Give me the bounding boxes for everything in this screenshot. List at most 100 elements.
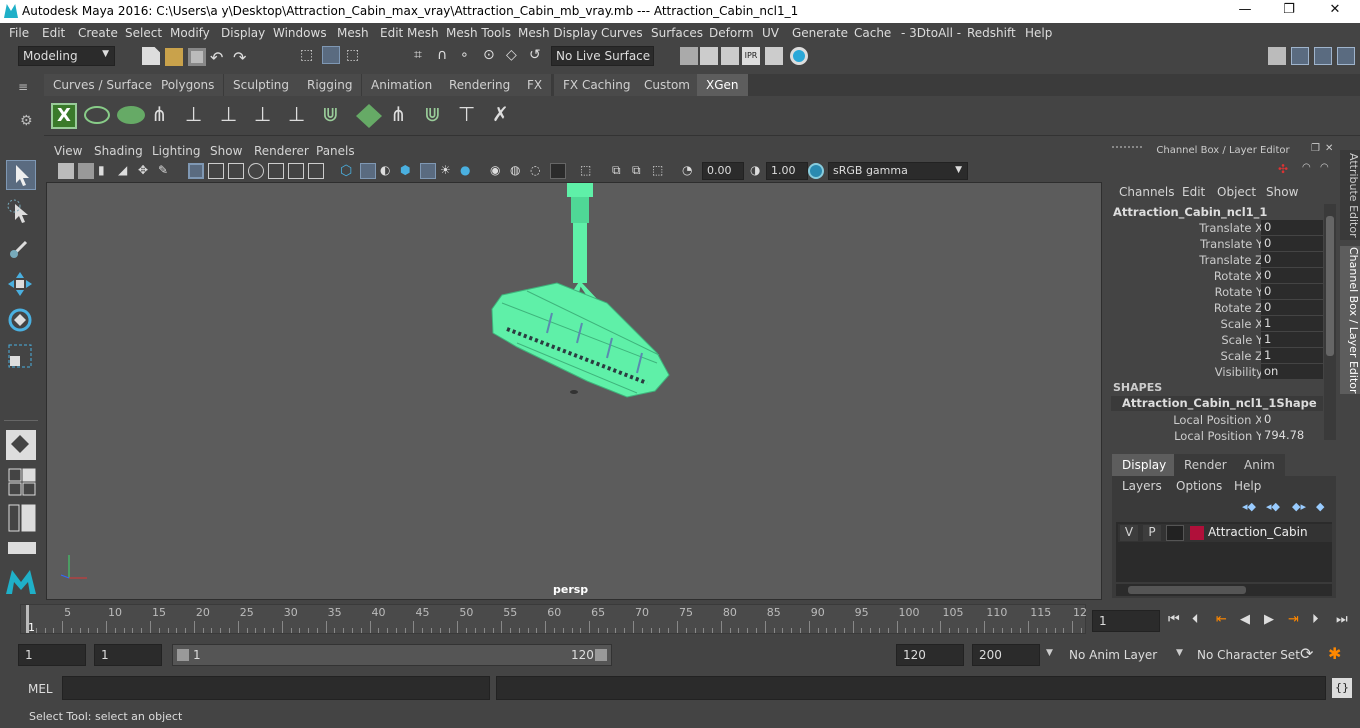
new-scene-icon[interactable] bbox=[142, 47, 160, 65]
layer-color-swatch[interactable] bbox=[1190, 526, 1204, 540]
camera-lock-icon[interactable]: ◢ bbox=[118, 163, 134, 179]
use-all-lights-icon[interactable] bbox=[420, 163, 436, 179]
attr-value[interactable]: 794.78 bbox=[1261, 428, 1323, 443]
move-layer-up-icon[interactable]: ◂◆ bbox=[1242, 500, 1256, 513]
field-chart-icon[interactable] bbox=[268, 163, 284, 179]
layer-menu-options[interactable]: Options bbox=[1176, 479, 1222, 493]
shadows-icon[interactable]: ☀ bbox=[440, 163, 456, 179]
snap-grid-icon[interactable]: ⌗ bbox=[414, 47, 432, 65]
image-plane-icon[interactable]: ▮ bbox=[98, 163, 114, 179]
playback-start-field[interactable]: 1 bbox=[94, 644, 162, 666]
render-frame-icon[interactable] bbox=[700, 47, 718, 65]
character-set-dropdown[interactable]: No Character Set bbox=[1190, 644, 1300, 666]
four-view-layout-icon[interactable] bbox=[8, 468, 36, 496]
attr-visibility[interactable]: Visibility on bbox=[1108, 364, 1323, 380]
exposure-field[interactable]: 0.00 bbox=[702, 162, 744, 180]
xgen-preview-icon[interactable] bbox=[84, 106, 110, 124]
panel-menu-lighting[interactable]: Lighting bbox=[152, 144, 201, 158]
maya-home-icon[interactable] bbox=[4, 566, 38, 596]
textured-icon[interactable]: ⬢ bbox=[400, 163, 416, 179]
float-panel-icon[interactable]: ❐ bbox=[1311, 143, 1323, 155]
outliner-layout-icon[interactable] bbox=[8, 504, 36, 532]
single-perspective-layout-icon[interactable] bbox=[6, 430, 36, 460]
viewport-persp[interactable]: persp bbox=[46, 182, 1102, 600]
go-to-start-icon[interactable]: ⏮ bbox=[1168, 612, 1180, 627]
rotate-tool-icon[interactable] bbox=[6, 306, 36, 336]
cb-menu-edit[interactable]: Edit bbox=[1182, 185, 1205, 199]
cb-menu-object[interactable]: Object bbox=[1217, 185, 1256, 199]
anim-layer-dropdown[interactable]: No Anim Layer bbox=[1062, 644, 1162, 666]
attraction-cabin-model[interactable] bbox=[491, 183, 670, 398]
menu-deform[interactable]: Deform bbox=[709, 26, 754, 40]
attr-scale-y[interactable]: Scale Y1 bbox=[1108, 332, 1323, 348]
attr-rotate-z[interactable]: Rotate Z0 bbox=[1108, 300, 1323, 316]
snap-view-icon[interactable]: ⊙ bbox=[483, 47, 501, 65]
scene-start-field[interactable]: 1 bbox=[18, 644, 86, 666]
attr-scale-x[interactable]: Scale X1 bbox=[1108, 316, 1323, 332]
attr-rotate-x[interactable]: Rotate X0 bbox=[1108, 268, 1323, 284]
attr-value[interactable]: 0 bbox=[1261, 300, 1323, 315]
menu-select[interactable]: Select bbox=[125, 26, 162, 40]
motion-blur-icon[interactable]: ◉ bbox=[490, 163, 506, 179]
menu-create[interactable]: Create bbox=[78, 26, 118, 40]
scale-tool-icon[interactable] bbox=[6, 342, 36, 372]
layer-tab-render[interactable]: Render bbox=[1174, 454, 1237, 476]
layer-scrollbar[interactable] bbox=[1116, 584, 1332, 596]
2d-pan-zoom-icon[interactable]: ✥ bbox=[138, 163, 154, 179]
chevron-down-icon[interactable]: ▼ bbox=[1176, 648, 1183, 658]
xgen-groom-icon[interactable] bbox=[356, 104, 382, 128]
redo-icon[interactable]: ↷ bbox=[233, 48, 251, 67]
new-layer-selected-icon[interactable]: ◆ bbox=[1316, 500, 1324, 513]
panel-menu-panels[interactable]: Panels bbox=[316, 144, 355, 158]
attr-value[interactable]: 0 bbox=[1261, 236, 1323, 251]
menu-generate[interactable]: Generate bbox=[792, 26, 848, 40]
render-settings-icon[interactable] bbox=[680, 47, 698, 65]
auto-key-icon[interactable]: ⟳ bbox=[1300, 644, 1313, 663]
step-back-key-icon[interactable]: ⇤ bbox=[1216, 612, 1227, 627]
close-panel-icon[interactable]: ✕ bbox=[1325, 143, 1337, 155]
snap-curve-icon[interactable]: ∩ bbox=[437, 47, 455, 65]
anti-alias-icon[interactable]: ◍ bbox=[510, 163, 526, 179]
attr-value[interactable]: on bbox=[1261, 364, 1323, 379]
menu-help[interactable]: Help bbox=[1025, 26, 1052, 40]
xgen-lock-guide-icon[interactable]: ⊥ bbox=[288, 102, 316, 130]
gate-mask-icon[interactable] bbox=[248, 163, 264, 179]
xgen-sculpt-icon[interactable]: ⋓ bbox=[424, 102, 452, 130]
layer-type-toggle[interactable] bbox=[1166, 525, 1184, 541]
mode-selector[interactable]: Modeling ▼ bbox=[18, 46, 115, 66]
viewport-canvas[interactable] bbox=[47, 183, 1102, 600]
menu-surfaces[interactable]: Surfaces bbox=[651, 26, 703, 40]
menu-mesh-tools[interactable]: Mesh Tools bbox=[446, 26, 511, 40]
attribute-editor-tab[interactable]: Attribute Editor bbox=[1340, 150, 1360, 240]
shelf-menu-icon[interactable]: ≡ bbox=[18, 80, 38, 94]
menu-redshift[interactable]: Redshift bbox=[967, 26, 1016, 40]
color-space-dropdown[interactable]: sRGB gamma ▼ bbox=[828, 162, 968, 180]
layer-playback-toggle[interactable]: P bbox=[1143, 525, 1161, 541]
xgen-add-guide-icon[interactable]: ⋔ bbox=[151, 102, 179, 130]
xgen-delete-guide-icon[interactable]: ✗ bbox=[492, 102, 520, 130]
current-time-marker[interactable] bbox=[26, 605, 29, 633]
layer-visibility-toggle[interactable]: V bbox=[1120, 525, 1138, 541]
undo-icon[interactable]: ↶ bbox=[210, 48, 228, 67]
go-to-end-icon[interactable]: ⏭ bbox=[1336, 612, 1348, 627]
camera-attributes-icon[interactable] bbox=[58, 163, 74, 179]
step-back-frame-icon[interactable]: ⏴ bbox=[1192, 612, 1199, 627]
attr-translate-z[interactable]: Translate Z0 bbox=[1108, 252, 1323, 268]
menu-edit[interactable]: Edit bbox=[42, 26, 65, 40]
range-end-handle[interactable] bbox=[595, 649, 607, 661]
lasso-tool-icon[interactable] bbox=[6, 198, 36, 228]
select-object-icon[interactable] bbox=[322, 46, 340, 64]
render-sequence-icon[interactable] bbox=[721, 47, 739, 65]
ipr-render-icon[interactable]: IPR bbox=[742, 47, 760, 65]
attr-value[interactable]: 0 bbox=[1261, 284, 1323, 299]
color-management-icon[interactable] bbox=[808, 163, 824, 179]
command-language-label[interactable]: MEL bbox=[28, 682, 53, 696]
scrollbar-thumb[interactable] bbox=[1326, 216, 1334, 356]
manipulator-icon[interactable]: ✣ bbox=[1278, 162, 1294, 178]
current-frame-field[interactable]: 1 bbox=[1092, 610, 1160, 632]
xray-active-icon[interactable]: ⧉ bbox=[612, 163, 628, 179]
menu-file[interactable]: File bbox=[9, 26, 29, 40]
xray-icon[interactable]: ⬚ bbox=[580, 163, 596, 179]
attr-local-position-y[interactable]: Local Position Y 794.78 bbox=[1108, 428, 1323, 444]
gamma-icon[interactable]: ◑ bbox=[750, 163, 766, 179]
